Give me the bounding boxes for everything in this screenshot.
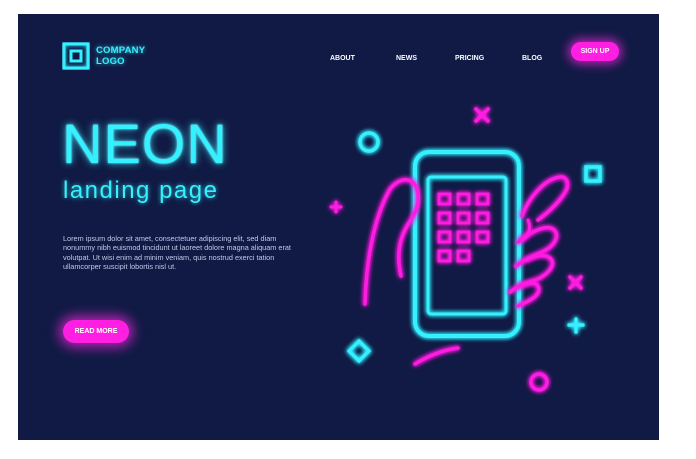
plus-icon [329, 200, 343, 214]
hand-holding-phone-icon [363, 150, 570, 366]
landing-page: COMPANY LOGO ABOUT NEWS PRICING BLOG SIG… [18, 14, 659, 440]
x-icon [568, 275, 583, 290]
diamond-icon [346, 338, 372, 364]
circle-icon [529, 372, 549, 392]
square-icon [584, 165, 602, 183]
plus-icon [567, 317, 585, 334]
circle-icon [358, 131, 380, 153]
x-icon [474, 107, 490, 123]
neon-illustration [329, 107, 602, 392]
